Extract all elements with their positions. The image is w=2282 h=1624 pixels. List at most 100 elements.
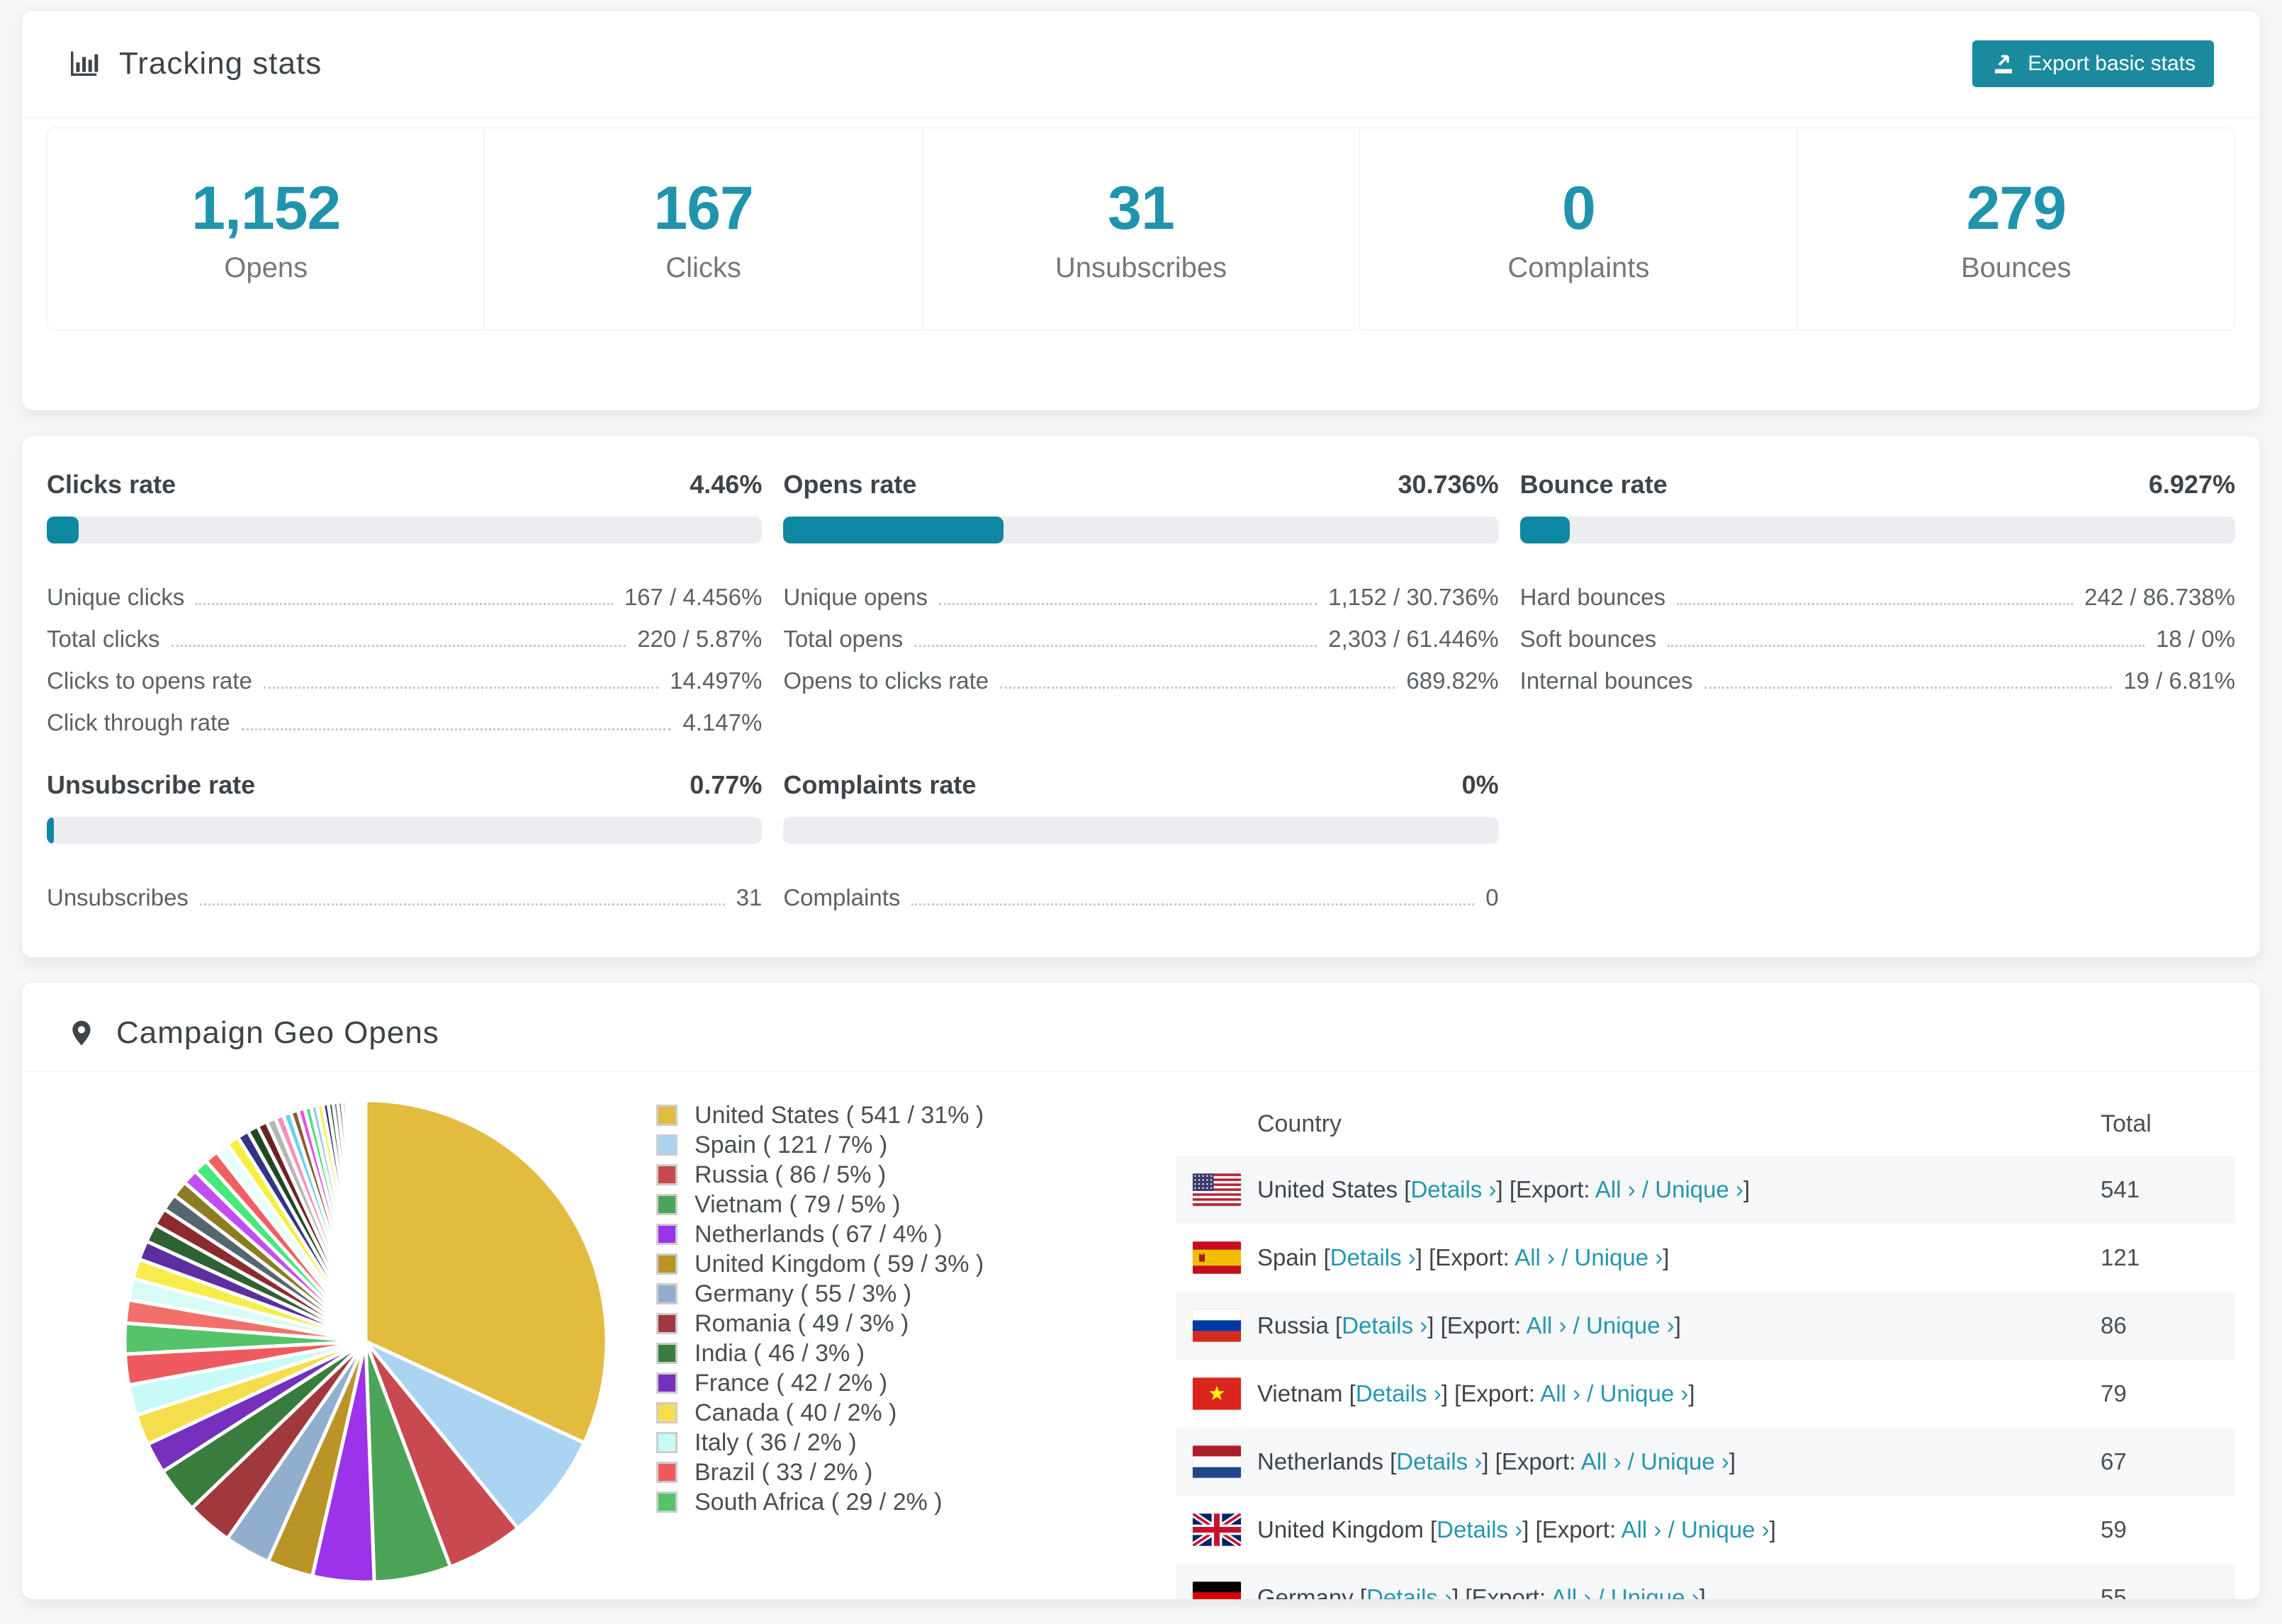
rate-block: Complaints rate 0% Complaints 0 — [783, 770, 1499, 915]
table-row: United States [Details ›] [Export: All ›… — [1176, 1156, 2235, 1224]
de-flag-icon — [1193, 1581, 1241, 1599]
legend-label: Italy ( 36 / 2% ) — [695, 1428, 857, 1456]
column-header-total: Total — [2101, 1110, 2152, 1137]
link-all[interactable]: All › — [1527, 1312, 1567, 1338]
link-all[interactable]: All › — [1551, 1584, 1592, 1599]
legend-label: Romania ( 49 / 3% ) — [695, 1309, 909, 1337]
country-name: Spain — [1257, 1244, 1317, 1270]
link-details[interactable]: Details › — [1437, 1516, 1522, 1543]
export-basic-stats-button[interactable]: Export basic stats — [1972, 40, 2214, 87]
link-all[interactable]: All › — [1595, 1176, 1636, 1202]
legend-label: United Kingdom ( 59 / 3% ) — [695, 1250, 984, 1278]
link-unique[interactable]: Unique › — [1655, 1176, 1743, 1202]
country-cell: Spain [Details ›] [Export: All › / Uniqu… — [1257, 1244, 2101, 1271]
legend-swatch — [656, 1105, 678, 1126]
link-punctuation: [ — [1423, 1516, 1437, 1543]
link-details[interactable]: Details › — [1356, 1380, 1441, 1406]
link-all[interactable]: All › — [1581, 1448, 1621, 1474]
legend-item: Germany ( 55 / 3% ) — [656, 1279, 984, 1309]
dotted-leader — [199, 903, 725, 906]
link-details[interactable]: Details › — [1366, 1584, 1452, 1599]
link-[interactable]: / — [1636, 1176, 1656, 1202]
rate-block-header: Opens rate 30.736% — [783, 470, 1498, 500]
link-[interactable]: / — [1621, 1448, 1641, 1474]
flag-cell — [1176, 1173, 1257, 1206]
link-all[interactable]: All › — [1514, 1244, 1555, 1270]
link-[interactable]: / — [1661, 1516, 1681, 1543]
link-[interactable]: / — [1580, 1380, 1600, 1406]
rate-detail-row: Clicks to opens rate 14.497% — [47, 657, 762, 699]
divider — [22, 1071, 2260, 1072]
link-details[interactable]: Details › — [1342, 1312, 1427, 1338]
link-[interactable]: / — [1591, 1584, 1611, 1599]
link-unique[interactable]: Unique › — [1641, 1448, 1729, 1474]
rate-block-header: Unsubscribe rate 0.77% — [47, 770, 762, 800]
legend-item: Russia ( 86 / 5% ) — [656, 1160, 984, 1190]
rate-detail-value: 31 — [736, 884, 763, 910]
link-all[interactable]: All › — [1540, 1380, 1580, 1406]
rate-detail-value: 0 — [1485, 884, 1499, 910]
dotted-leader — [263, 687, 659, 689]
rate-value: 30.736% — [1398, 470, 1499, 499]
summary-value: 31 — [1108, 174, 1175, 242]
rate-title: Opens rate — [783, 470, 917, 499]
link-punctuation: ] — [1674, 1312, 1681, 1338]
link-unique[interactable]: Unique › — [1600, 1380, 1689, 1406]
link-unique[interactable]: Unique › — [1575, 1244, 1663, 1270]
rate-detail-label: Opens to clicks rate — [783, 667, 989, 694]
dotted-leader — [196, 603, 613, 605]
link-unique[interactable]: Unique › — [1681, 1516, 1770, 1543]
page-title: Tracking stats — [119, 46, 322, 81]
link-punctuation: ] [Export: — [1427, 1312, 1527, 1338]
summary-label: Clicks — [665, 252, 741, 283]
link-all[interactable]: All › — [1621, 1516, 1662, 1543]
legend-swatch — [656, 1224, 678, 1245]
divider — [22, 117, 2260, 118]
progress-bar — [783, 817, 1499, 844]
geo-pie-chart[interactable] — [118, 1093, 614, 1589]
rate-detail-value: 167 / 4.456% — [624, 584, 763, 610]
summary-label: Opens — [224, 252, 308, 283]
link-unique[interactable]: Unique › — [1611, 1584, 1699, 1599]
progress-bar — [1519, 517, 2235, 543]
rate-detail-value: 14.497% — [670, 667, 763, 694]
total-cell: 79 — [2101, 1380, 2127, 1406]
link-details[interactable]: Details › — [1410, 1176, 1496, 1202]
country-cell: Vietnam [Details ›] [Export: All › / Uni… — [1257, 1380, 2101, 1407]
rate-title: Unsubscribe rate — [47, 770, 256, 799]
rate-detail-row: Unique opens 1,152 / 30.736% — [783, 573, 1498, 615]
link-punctuation: ] [Export: — [1522, 1516, 1621, 1543]
legend-swatch — [656, 1462, 678, 1483]
flag-cell — [1176, 1581, 1257, 1599]
link-[interactable]: / — [1567, 1312, 1587, 1338]
rate-detail-rows: Unsubscribes 31 — [47, 874, 762, 915]
table-row: Germany [Details ›] [Export: All › / Uni… — [1176, 1564, 2235, 1600]
link-punctuation: [ — [1342, 1380, 1356, 1406]
link-[interactable]: / — [1555, 1244, 1575, 1270]
summary-cell: 0 Complaints — [1359, 128, 1797, 329]
progress-bar — [783, 517, 1499, 543]
link-unique[interactable]: Unique › — [1586, 1312, 1675, 1338]
rate-value: 0.77% — [690, 770, 763, 799]
legend-item: Romania ( 49 / 3% ) — [656, 1309, 984, 1338]
gb-flag-icon — [1193, 1513, 1241, 1546]
rate-block: Bounce rate 6.927% Hard bounces 242 / 86.73… — [1519, 470, 2235, 740]
rate-detail-label: Internal bounces — [1519, 667, 1693, 694]
geo-content: United States ( 541 / 31% ) Spain ( 121 /… — [47, 1092, 2235, 1600]
legend-swatch — [656, 1343, 678, 1364]
total-cell: 55 — [2101, 1584, 2127, 1600]
bar-chart-icon — [71, 51, 99, 77]
rate-detail-rows: Hard bounces 242 / 86.738% Soft bounces 18 … — [1520, 573, 2235, 699]
flag-cell — [1176, 1445, 1257, 1478]
rate-detail-row: Unsubscribes 31 — [47, 874, 762, 915]
ru-flag-icon — [1193, 1309, 1241, 1342]
campaign-geo-opens-card: Campaign Geo Opens United States ( 541 /… — [21, 981, 2261, 1600]
summary-value: 167 — [653, 174, 753, 242]
link-details[interactable]: Details › — [1330, 1244, 1416, 1270]
link-details[interactable]: Details › — [1396, 1448, 1482, 1474]
legend-item: Italy ( 36 / 2% ) — [656, 1428, 984, 1457]
rate-value: 0% — [1461, 770, 1499, 799]
geo-title: Campaign Geo Opens — [116, 1015, 439, 1050]
table-row: Spain [Details ›] [Export: All › / Uniqu… — [1176, 1224, 2235, 1292]
rate-detail-row: Soft bounces 18 / 0% — [1520, 615, 2235, 657]
